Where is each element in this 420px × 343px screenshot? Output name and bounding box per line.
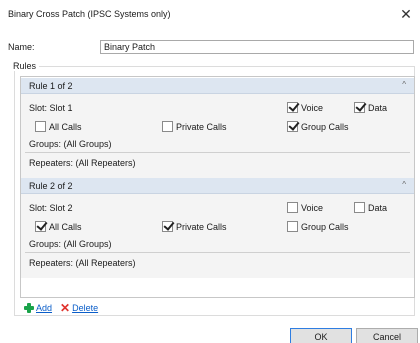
rule-actions: Add ✕ Delete (24, 301, 98, 315)
checkbox-check-icon (162, 221, 173, 232)
slot-label: Slot: Slot 2 (29, 203, 73, 213)
rule-title: Rule 1 of 2 (29, 81, 73, 91)
all-calls-checkbox[interactable]: All Calls (35, 121, 82, 132)
checkbox-check-icon (287, 121, 298, 132)
repeaters-link[interactable]: Repeaters: (All Repeaters) (29, 158, 136, 168)
rule-panel: Rule 1 of 2 ^ Slot: Slot 1 Voice Data Al… (21, 78, 414, 178)
delete-icon: ✕ (60, 301, 71, 315)
checkbox-check-icon (354, 102, 365, 113)
divider (25, 252, 410, 253)
checkbox-check-icon (287, 102, 298, 113)
collapse-chevron-icon[interactable]: ^ (402, 180, 406, 189)
rule-header[interactable]: Rule 1 of 2 ^ (21, 78, 414, 94)
groups-link[interactable]: Groups: (All Groups) (29, 139, 112, 149)
add-rule-button[interactable]: Add (24, 303, 52, 313)
groups-link[interactable]: Groups: (All Groups) (29, 239, 112, 249)
name-row: Name: (8, 40, 414, 54)
rule-panel: Rule 2 of 2 ^ Slot: Slot 2 Voice Data Al… (21, 178, 414, 278)
collapse-chevron-icon[interactable]: ^ (402, 80, 406, 89)
rule-title: Rule 2 of 2 (29, 181, 73, 191)
slot-label: Slot: Slot 1 (29, 103, 73, 113)
add-icon (24, 303, 34, 313)
rules-group-label: Rules (10, 61, 40, 71)
close-icon[interactable]: ✕ (396, 4, 416, 24)
divider (25, 152, 410, 153)
cancel-button[interactable]: Cancel (356, 328, 418, 343)
voice-checkbox[interactable]: Voice (287, 102, 323, 113)
private-calls-checkbox[interactable]: Private Calls (162, 221, 227, 232)
data-checkbox[interactable]: Data (354, 102, 387, 113)
group-calls-checkbox[interactable]: Group Calls (287, 121, 349, 132)
repeaters-link[interactable]: Repeaters: (All Repeaters) (29, 258, 136, 268)
name-input[interactable] (100, 40, 414, 54)
voice-checkbox[interactable]: Voice (287, 202, 323, 213)
delete-rule-button[interactable]: ✕ Delete (60, 301, 98, 315)
all-calls-checkbox[interactable]: All Calls (35, 221, 82, 232)
private-calls-checkbox[interactable]: Private Calls (162, 121, 227, 132)
rule-header[interactable]: Rule 2 of 2 ^ (21, 178, 414, 194)
rules-list[interactable]: Rule 1 of 2 ^ Slot: Slot 1 Voice Data Al… (20, 76, 415, 298)
ok-button[interactable]: OK (290, 328, 352, 343)
group-calls-checkbox[interactable]: Group Calls (287, 221, 349, 232)
checkbox-check-icon (35, 221, 46, 232)
rule-body: Slot: Slot 1 Voice Data All Calls Privat… (21, 94, 414, 178)
rule-body: Slot: Slot 2 Voice Data All Calls Privat… (21, 194, 414, 278)
title-bar: Binary Cross Patch (IPSC Systems only) ✕ (0, 0, 420, 30)
data-checkbox[interactable]: Data (354, 202, 387, 213)
window-title: Binary Cross Patch (IPSC Systems only) (8, 9, 171, 19)
name-label: Name: (8, 42, 35, 52)
